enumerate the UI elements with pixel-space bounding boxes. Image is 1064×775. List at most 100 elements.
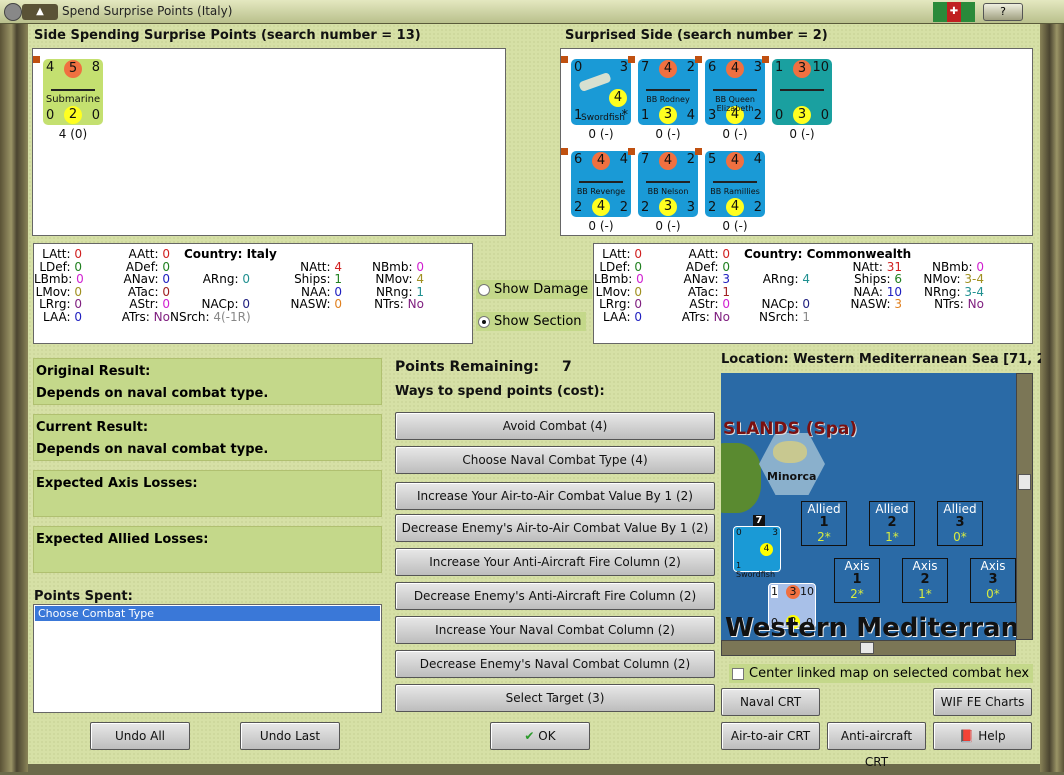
spend-option-button[interactable]: Decrease Enemy's Air-to-Air Combat Value… — [395, 514, 715, 542]
unit-counter[interactable]: 0 3 1 * 4 Swordfish 0 (-) — [571, 59, 631, 141]
map-view[interactable]: SLANDS (Spa) Minorca 7 03 4 1 Swordfish … — [721, 373, 1016, 640]
map-counter-swordfish[interactable]: 03 4 1 Swordfish — [733, 526, 781, 579]
horizontal-scroll-thumb[interactable] — [860, 642, 874, 654]
undo-last-button[interactable]: Undo Last — [240, 722, 340, 750]
undo-all-button[interactable]: Undo All — [90, 722, 190, 750]
map-horizontal-scrollbar[interactable] — [721, 640, 1016, 656]
points-spent-list[interactable]: Choose Combat Type — [33, 604, 382, 713]
stat-value: No — [713, 309, 730, 324]
show-damage-radio[interactable] — [478, 284, 490, 296]
air-crt-button[interactable]: Air-to-air CRT — [721, 722, 820, 750]
unit-marker-icon — [33, 56, 40, 63]
unit-counter[interactable]: 5 4 2 2 4 4 BB Ramillies 0 (-) — [705, 151, 765, 233]
stat-value: 0 — [74, 309, 82, 324]
book-icon: 📕 — [959, 729, 975, 743]
collapse-icon[interactable]: ▲ — [22, 4, 58, 20]
unit-marker-icon — [762, 56, 769, 63]
unit-losses: 0 (-) — [722, 219, 748, 233]
unit-counter[interactable]: 1 10 0 0 3 3 0 (-) — [772, 59, 832, 141]
box-side: Axis — [980, 559, 1006, 573]
center-map-checkbox[interactable] — [732, 668, 744, 680]
spend-option-button[interactable]: Increase Your Naval Combat Column (2) — [395, 616, 715, 644]
center-map-label: Center linked map on selected combat hex — [749, 666, 1030, 681]
stat-value: No — [153, 309, 170, 324]
ship-icon — [51, 89, 95, 91]
unit-counter[interactable]: 7 2 1 4 4 3 BB Rodney 0 (-) — [638, 59, 698, 141]
points-remaining-label: Points Remaining: — [395, 359, 540, 375]
spend-option-button[interactable]: Increase Your Air-to-Air Combat Value By… — [395, 482, 715, 510]
result-panel: Expected Allied Losses: — [33, 526, 382, 573]
stat-nasw: NASW: 0 — [250, 298, 342, 311]
wif-charts-button[interactable]: WIF FE Charts — [933, 688, 1032, 716]
result-panel: Expected Axis Losses: — [33, 470, 382, 517]
attack-circle: 3 — [793, 60, 811, 78]
spend-option-button[interactable]: Decrease Enemy's Naval Combat Column (2) — [395, 650, 715, 678]
commonwealth-stats-panel: Country: Commonwealth LAtt: 0 LDef: 0 LBmb:… — [593, 243, 1033, 344]
surprised-units-panel: 0 3 1 * 4 Swordfish 0 (-) 7 2 1 4 4 3 BB Rodney 0 (-) 6… — [560, 48, 1033, 236]
help-button[interactable]: 📕 Help — [933, 722, 1032, 750]
show-section-radio[interactable] — [478, 316, 490, 328]
unit-name: BB Ramillies — [710, 187, 760, 196]
counter-value-tr: 3 — [753, 60, 762, 75]
attack-circle: 5 — [64, 60, 82, 78]
box-number: 1 — [852, 572, 862, 587]
aa-crt-button[interactable]: Anti-aircraft CRT — [827, 722, 926, 769]
stat-laa: LAA: 0 — [34, 309, 82, 324]
ok-button[interactable]: ✔ OK — [490, 722, 590, 750]
unit-counter[interactable]: 4 8 0 0 5 2 Submarine 4 (0) — [43, 59, 103, 141]
counter-value-tl: 4 — [46, 60, 55, 75]
spend-option-button[interactable]: Select Target (3) — [395, 684, 715, 712]
stat-ntrs: NTrs: No — [902, 298, 984, 311]
defense-circle: 3 — [659, 198, 677, 216]
ship-icon — [780, 89, 824, 91]
attack-circle: 4 — [659, 152, 677, 170]
unit-counter[interactable]: 7 2 2 3 4 3 BB Nelson 0 (-) — [638, 151, 698, 233]
stat-value: 0 — [634, 309, 642, 324]
flag-icon — [933, 2, 947, 22]
show-damage-option[interactable]: Show Damage — [476, 280, 593, 299]
box-value: 0* — [953, 530, 967, 544]
checkmark-icon: ✔ — [524, 729, 535, 743]
box-number: 3 — [955, 515, 965, 530]
stat-value: 0 — [334, 297, 342, 311]
unit-losses: 0 (-) — [655, 127, 681, 141]
unit-counter[interactable]: 6 4 2 2 4 4 BB Revenge 0 (-) — [571, 151, 631, 233]
help-title-button[interactable]: ? — [983, 3, 1023, 21]
window-frame-right — [1040, 24, 1064, 772]
list-item[interactable]: Choose Combat Type — [35, 606, 380, 621]
stat-atrs: ATrs: No — [642, 309, 730, 324]
stat-label: ATrs: — [121, 309, 150, 324]
unit-counter[interactable]: 6 3 3 2 4 4 BB Queen Elizabeth 0 (-) — [705, 59, 765, 141]
counter-value-bl: 0 — [46, 108, 55, 123]
spend-option-button[interactable]: Avoid Combat (4) — [395, 412, 715, 440]
unit-name: BB Queen Elizabeth — [715, 95, 755, 113]
center-map-option[interactable]: Center linked map on selected combat hex — [729, 664, 1034, 683]
unit-losses: 0 (-) — [655, 219, 681, 233]
stat-value: 0 — [242, 272, 250, 286]
result-panel: Current Result: Depends on naval combat t… — [33, 414, 382, 461]
attack-circle: 4 — [726, 60, 744, 78]
attack-circle: 4 — [659, 60, 677, 78]
box-number: 1 — [819, 515, 829, 530]
vertical-scroll-thumb[interactable] — [1018, 474, 1031, 490]
window-menu-icon[interactable] — [4, 3, 22, 21]
stat-label: ARng: — [202, 272, 239, 286]
spend-option-button[interactable]: Choose Naval Combat Type (4) — [395, 446, 715, 474]
stat-label: NASW: — [290, 297, 331, 311]
ways-label: Ways to spend points (cost): — [395, 384, 605, 399]
stat-value: 4 — [802, 272, 810, 286]
stat-laa: LAA: 0 — [594, 309, 642, 324]
unit-marker-icon — [561, 56, 568, 63]
map-vertical-scrollbar[interactable] — [1016, 373, 1033, 640]
stat-nsrch: NSrch: 1 — [730, 310, 810, 324]
counter-value-tr: 10 — [812, 60, 829, 75]
stat-atrs: ATrs: No — [82, 309, 170, 324]
unit-marker-icon — [695, 148, 702, 155]
naval-crt-button[interactable]: Naval CRT — [721, 688, 820, 716]
spend-option-button[interactable]: Decrease Enemy's Anti-Aircraft Fire Colu… — [395, 582, 715, 610]
unit-marker-icon — [628, 148, 635, 155]
show-section-option[interactable]: Show Section — [476, 312, 586, 331]
counter-value-tl: 6 — [708, 60, 717, 75]
spend-option-button[interactable]: Increase Your Anti-Aircraft Fire Column … — [395, 548, 715, 576]
counter-value-br: 2 — [753, 200, 762, 215]
